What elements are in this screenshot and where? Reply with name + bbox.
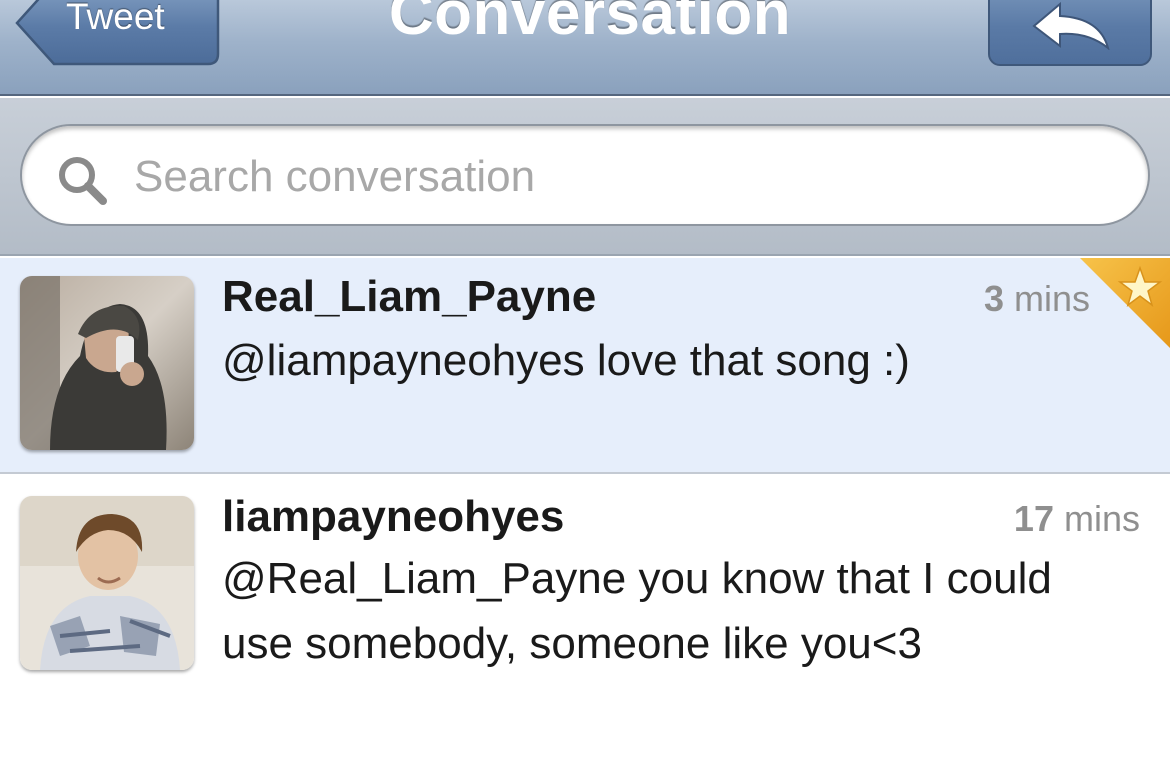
tweet-username[interactable]: liampayneohyes xyxy=(222,492,564,542)
avatar-image xyxy=(20,496,194,670)
back-button-label: Tweet xyxy=(66,0,165,37)
avatar-image xyxy=(20,276,194,450)
search-bar xyxy=(0,98,1170,256)
reply-button[interactable] xyxy=(988,0,1152,66)
navigation-bar: Tweet Conversation xyxy=(0,0,1170,96)
reply-arrow-icon xyxy=(1032,1,1110,50)
tweet-username[interactable]: Real_Liam_Payne xyxy=(222,272,596,322)
page-title: Conversation xyxy=(388,0,792,48)
tweet-text: @Real_Liam_Payne you know that I could u… xyxy=(222,554,1052,668)
tweet-timestamp: 17 mins xyxy=(1013,498,1140,539)
avatar[interactable] xyxy=(20,496,194,670)
tweet-row[interactable]: liampayneohyes 17 mins @Real_Liam_Payne … xyxy=(0,476,1170,759)
tweet-row[interactable]: Real_Liam_Payne 3 mins @liampayneohyes l… xyxy=(0,258,1170,474)
avatar[interactable] xyxy=(20,276,194,450)
search-input[interactable] xyxy=(134,150,1094,204)
search-icon xyxy=(59,157,107,205)
favorite-star-icon[interactable] xyxy=(1080,258,1170,348)
tweet-text: @liampayneohyes love that song :) xyxy=(222,336,910,385)
search-field[interactable] xyxy=(20,124,1150,226)
tweet-timestamp: 3 mins xyxy=(983,278,1090,319)
